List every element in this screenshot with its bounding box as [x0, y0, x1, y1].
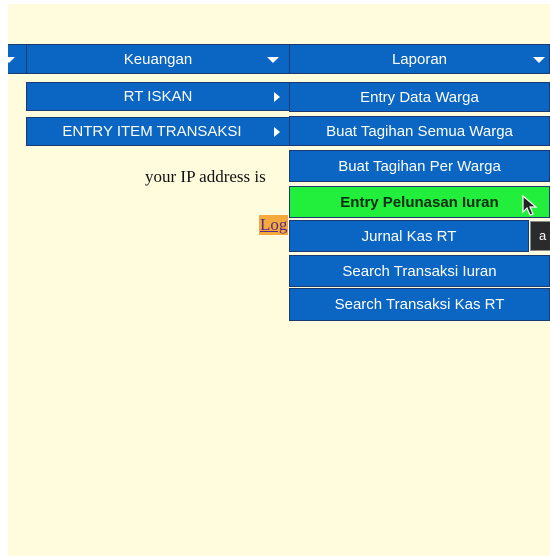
submenu-item-rt-iskan[interactable]: RT ISKAN — [26, 82, 290, 111]
submenu-item-label: Search Transaksi Kas RT — [334, 296, 505, 313]
submenu-item-entry-data-warga[interactable]: Entry Data Warga — [289, 82, 550, 112]
ip-address-text: your IP address is — [145, 167, 266, 186]
menubar-item-laporan[interactable]: Laporan — [289, 44, 550, 74]
menubar-item-label: Keuangan — [123, 50, 193, 68]
submenu-item-label: Entry Pelunasan Iuran — [340, 193, 499, 211]
chevron-right-icon — [274, 127, 280, 137]
submenu-item-search-transaksi-iuran[interactable]: Search Transaksi Iuran — [289, 255, 550, 287]
chevron-down-icon — [8, 57, 15, 63]
submenu-item-entry-pelunasan-iuran[interactable]: Entry Pelunasan Iuran — [289, 186, 550, 218]
page-background: your IP address is Log Keuangan Laporan … — [8, 4, 550, 556]
tooltip: a — [530, 221, 550, 251]
submenu-item-label: RT ISKAN — [123, 88, 193, 105]
login-link[interactable]: Log — [259, 215, 289, 235]
submenu-item-label: Entry Data Warga — [360, 88, 479, 106]
mouse-pointer-icon — [522, 195, 538, 216]
submenu-item-jurnal-kas-rt[interactable]: Jurnal Kas RT — [289, 220, 529, 252]
menubar-item-label: Laporan — [391, 50, 448, 68]
submenu-item-buat-tagihan-semua-warga[interactable]: Buat Tagihan Semua Warga — [289, 116, 550, 146]
chevron-right-icon — [274, 92, 280, 102]
chevron-down-icon — [267, 57, 279, 63]
chevron-down-icon — [533, 57, 545, 63]
submenu-item-label: Buat Tagihan Semua Warga — [326, 122, 513, 140]
submenu-item-search-transaksi-kas-rt[interactable]: Search Transaksi Kas RT — [289, 288, 550, 321]
menubar-item-partial[interactable] — [8, 44, 27, 74]
submenu-item-entry-item-transaksi[interactable]: ENTRY ITEM TRANSAKSI — [26, 117, 290, 146]
submenu-item-label: Buat Tagihan Per Warga — [338, 157, 501, 175]
submenu-item-buat-tagihan-per-warga[interactable]: Buat Tagihan Per Warga — [289, 150, 550, 182]
submenu-item-label: Jurnal Kas RT — [361, 227, 457, 245]
submenu-item-label: Search Transaksi Iuran — [342, 262, 497, 280]
menubar-item-keuangan[interactable]: Keuangan — [26, 44, 290, 74]
submenu-item-label: ENTRY ITEM TRANSAKSI — [62, 123, 242, 140]
